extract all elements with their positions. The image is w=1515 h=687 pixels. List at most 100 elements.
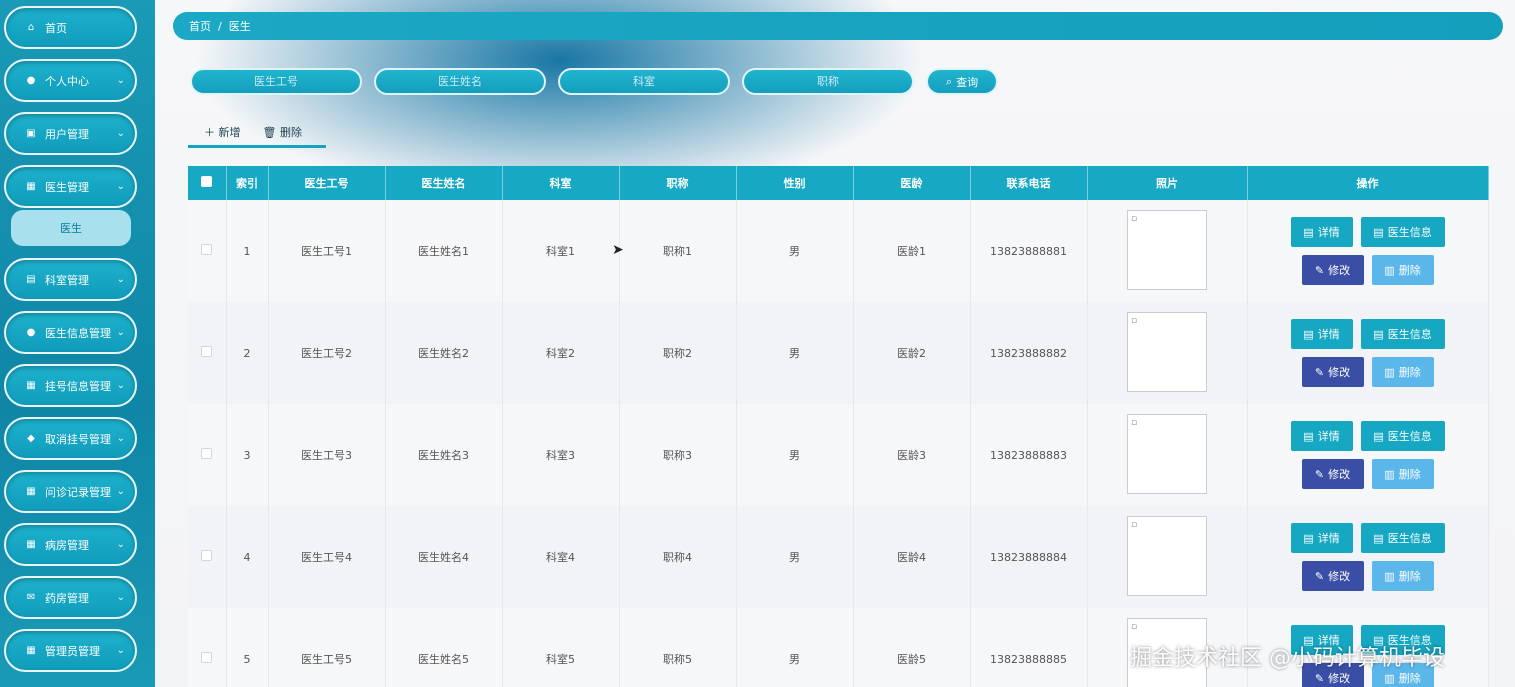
doctor-info-button[interactable]: ▤ 医生信息 bbox=[1360, 319, 1445, 349]
detail-button[interactable]: ▤ 详情 bbox=[1290, 319, 1353, 349]
header-department: 科室 bbox=[502, 166, 620, 200]
user-icon: ● bbox=[26, 75, 36, 86]
document-icon: ▤ bbox=[1373, 225, 1384, 239]
sidebar-item-label: 个人中心 bbox=[45, 74, 89, 88]
edit-button[interactable]: ✎ 修改 bbox=[1301, 357, 1364, 387]
row-checkbox[interactable] bbox=[201, 346, 213, 357]
breadcrumb-separator: / bbox=[218, 19, 222, 33]
row-checkbox[interactable] bbox=[201, 448, 213, 459]
sidebar: ⌂ 首页 ● 个人中心 ⌄ ▣ 用户管理 ⌄ ▦ 医生管理 ⌄ 医生 ▤ 科室管理 ⌄ ● 医生信息管理 ⌄ ▦ 挂号… bbox=[0, 0, 155, 687]
sidebar-item-9[interactable]: ▦ 病房管理 ⌄ bbox=[4, 523, 137, 566]
sidebar-item-10[interactable]: ✉ 药房管理 ⌄ bbox=[4, 576, 137, 619]
sidebar-item-4[interactable]: ▤ 科室管理 ⌄ bbox=[4, 258, 137, 301]
trash-icon: ▥ bbox=[1384, 365, 1395, 379]
trash-icon: ▥ bbox=[1384, 671, 1395, 685]
row-checkbox[interactable] bbox=[201, 550, 213, 561]
delete-button[interactable]: ▥ 删除 bbox=[1371, 357, 1434, 387]
pencil-icon: ✎ bbox=[1314, 365, 1325, 379]
edit-button[interactable]: ✎ 修改 bbox=[1301, 459, 1364, 489]
cell-phone: 13823888883 bbox=[970, 404, 1088, 506]
cell-gender: 男 bbox=[736, 404, 854, 506]
detail-button[interactable]: ▤ 详情 bbox=[1290, 523, 1353, 553]
cell-department: 科室4 bbox=[502, 506, 620, 608]
select-all-checkbox[interactable] bbox=[201, 176, 213, 187]
row-checkbox[interactable] bbox=[201, 244, 213, 255]
search-bar: ⌕ 查询 bbox=[190, 68, 998, 95]
title-input[interactable] bbox=[742, 68, 914, 95]
sidebar-item-8[interactable]: ▦ 问诊记录管理 ⌄ bbox=[4, 470, 137, 513]
breadcrumb: 首页 / 医生 bbox=[173, 12, 1503, 40]
delete-button[interactable]: ▥ 删除 bbox=[1371, 459, 1434, 489]
doctor-name-input[interactable] bbox=[374, 68, 546, 95]
bulk-delete-button[interactable]: 🗑 删除 bbox=[263, 124, 302, 140]
sidebar-item-label: 病房管理 bbox=[45, 538, 89, 552]
doctor-id-input[interactable] bbox=[190, 68, 362, 95]
sidebar-item-label: 管理员管理 bbox=[45, 644, 100, 658]
edit-button[interactable]: ✎ 修改 bbox=[1301, 561, 1364, 591]
cell-doctor-id: 医生工号1 bbox=[268, 200, 386, 302]
doctor-info-button[interactable]: ▤ 医生信息 bbox=[1360, 217, 1445, 247]
broken-image-icon: ▫ bbox=[1127, 209, 1207, 290]
sidebar-item-1[interactable]: ● 个人中心 ⌄ bbox=[4, 59, 137, 102]
query-button[interactable]: ⌕ 查询 bbox=[926, 68, 998, 95]
delete-label: 删除 bbox=[1398, 468, 1421, 481]
pencil-icon: ✎ bbox=[1314, 569, 1325, 583]
delete-button[interactable]: ▥ 删除 bbox=[1371, 255, 1434, 285]
department-input[interactable] bbox=[558, 68, 730, 95]
grid-icon: ▦ bbox=[26, 486, 36, 497]
detail-button[interactable]: ▤ 详情 bbox=[1290, 421, 1353, 451]
document-icon: ▤ bbox=[1303, 225, 1314, 239]
action-bar: ＋ 新增 🗑 删除 bbox=[188, 118, 326, 148]
delete-button[interactable]: ▥ 删除 bbox=[1371, 561, 1434, 591]
watermark: 掘金技术社区 @小码计算机毕设 bbox=[1130, 646, 1445, 671]
sidebar-item-5[interactable]: ● 医生信息管理 ⌄ bbox=[4, 311, 137, 354]
cell-name: 医生姓名3 bbox=[385, 404, 503, 506]
add-button[interactable]: ＋ 新增 bbox=[204, 124, 241, 140]
cell-photo: ▫ bbox=[1087, 200, 1248, 302]
document-icon: ▤ bbox=[1303, 531, 1314, 545]
row-select-cell bbox=[188, 302, 227, 404]
cell-photo: ▫ bbox=[1087, 302, 1248, 404]
detail-label: 详情 bbox=[1317, 226, 1340, 239]
sidebar-item-7[interactable]: ◆ 取消挂号管理 ⌄ bbox=[4, 417, 137, 460]
briefcase-icon: ▣ bbox=[26, 128, 36, 139]
cell-department: 科室3 bbox=[502, 404, 620, 506]
cell-name: 医生姓名4 bbox=[385, 506, 503, 608]
detail-button[interactable]: ▤ 详情 bbox=[1290, 217, 1353, 247]
chevron-down-icon: ⌄ bbox=[116, 592, 125, 603]
edit-button[interactable]: ✎ 修改 bbox=[1301, 255, 1364, 285]
doctor-info-label: 医生信息 bbox=[1387, 226, 1432, 239]
sidebar-item-0[interactable]: ⌂ 首页 bbox=[4, 6, 137, 49]
trash-icon: ▥ bbox=[1384, 263, 1395, 277]
cell-doctor-id: 医生工号3 bbox=[268, 404, 386, 506]
submenu-item-doctor[interactable]: 医生 bbox=[11, 210, 131, 246]
chevron-down-icon: ⌄ bbox=[116, 181, 125, 192]
row-checkbox[interactable] bbox=[201, 652, 213, 663]
sidebar-item-2[interactable]: ▣ 用户管理 ⌄ bbox=[4, 112, 137, 155]
broken-image-icon: ▫ bbox=[1127, 311, 1207, 392]
plus-icon: ＋ bbox=[204, 125, 215, 139]
sidebar-item-label: 药房管理 bbox=[45, 591, 89, 605]
cell-index: 4 bbox=[226, 506, 269, 608]
doctor-info-button[interactable]: ▤ 医生信息 bbox=[1360, 523, 1445, 553]
edit-label: 修改 bbox=[1328, 468, 1351, 481]
detail-label: 详情 bbox=[1317, 532, 1340, 545]
cell-name: 医生姓名5 bbox=[385, 608, 503, 687]
query-button-label: 查询 bbox=[956, 75, 979, 89]
sidebar-item-3[interactable]: ▦ 医生管理 ⌄ bbox=[4, 165, 137, 208]
sidebar-item-11[interactable]: ▦ 管理员管理 ⌄ bbox=[4, 629, 137, 672]
sidebar-item-label: 医生信息管理 bbox=[45, 326, 111, 340]
chevron-down-icon: ⌄ bbox=[116, 274, 125, 285]
chevron-down-icon: ⌄ bbox=[116, 327, 125, 338]
header-doctor-name: 医生姓名 bbox=[385, 166, 503, 200]
cell-index: 5 bbox=[226, 608, 269, 687]
clipboard-icon: ▤ bbox=[26, 274, 36, 285]
edit-label: 修改 bbox=[1328, 570, 1351, 583]
doctor-info-button[interactable]: ▤ 医生信息 bbox=[1360, 421, 1445, 451]
user-icon: ● bbox=[26, 327, 36, 338]
delete-label: 删除 bbox=[1398, 570, 1421, 583]
breadcrumb-home[interactable]: 首页 bbox=[189, 18, 211, 34]
sidebar-item-6[interactable]: ▦ 挂号信息管理 ⌄ bbox=[4, 364, 137, 407]
pencil-icon: ✎ bbox=[1314, 467, 1325, 481]
doctor-info-label: 医生信息 bbox=[1387, 532, 1432, 545]
